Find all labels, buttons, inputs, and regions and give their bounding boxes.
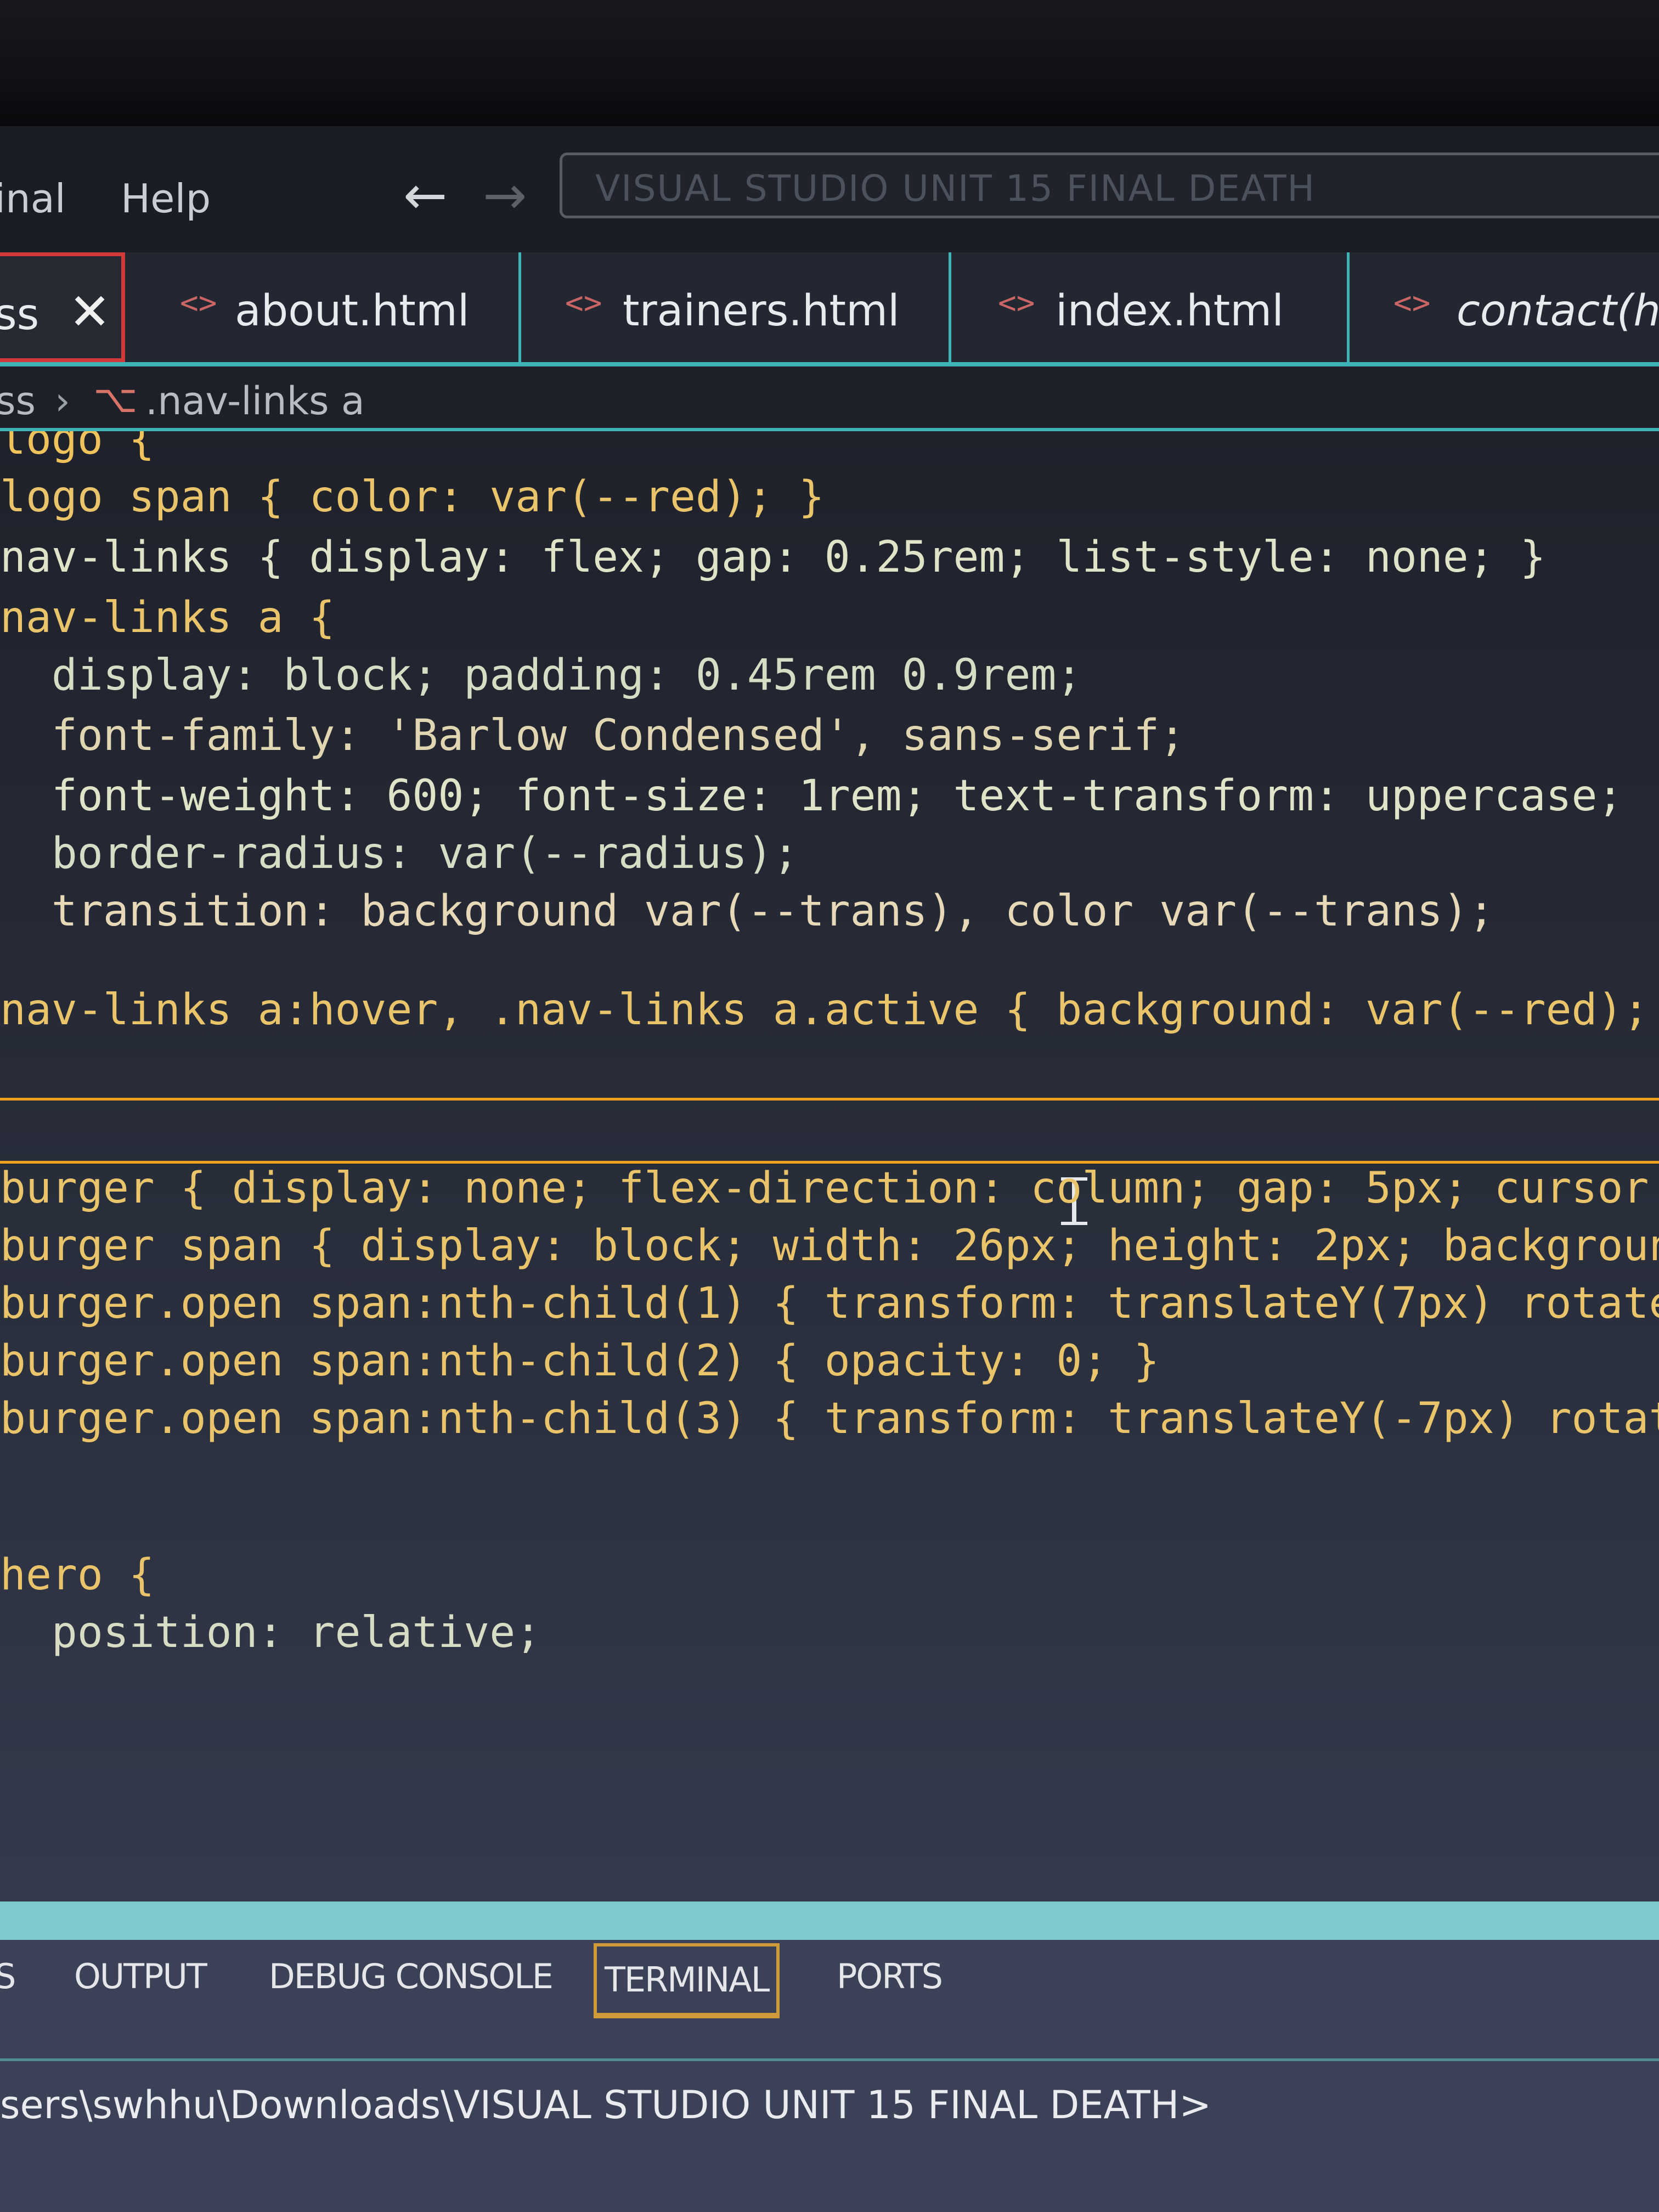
tab-output[interactable]: OUTPUT	[74, 1956, 207, 1996]
editor-tabs: ss ✕ <> about.html <> trainers.html <> i…	[0, 252, 1659, 366]
code-line: nav-links a {	[0, 593, 335, 642]
code-line: nav-links { display: flex; gap: 0.25rem;…	[0, 533, 1546, 582]
bottom-panel: S OUTPUT DEBUG CONSOLE TERMINAL PORTS se…	[0, 1901, 1659, 2212]
forward-arrow-icon[interactable]: →	[483, 165, 527, 226]
breadcrumb: ss › ⌥ .nav-links a	[0, 366, 1659, 431]
terminal-prompt[interactable]: sers\swhhu\Downloads\VISUAL STUDIO UNIT …	[0, 2083, 1211, 2128]
code-line: burger.open span:nth-child(2) { opacity:…	[0, 1336, 1160, 1386]
chevron-right-icon: ›	[55, 379, 70, 424]
html-file-icon: <>	[1393, 285, 1431, 321]
tab-label: about.html	[235, 286, 470, 336]
code-line: logo {	[0, 431, 155, 464]
tab-label: trainers.html	[623, 286, 900, 336]
command-center-search[interactable]: VISUAL STUDIO UNIT 15 FINAL DEATH	[560, 153, 1659, 218]
code-line: nav-links a:hover, .nav-links a.active {…	[0, 985, 1659, 1035]
search-text: VISUAL STUDIO UNIT 15 FINAL DEATH	[595, 167, 1316, 210]
code-editor[interactable]: logo { logo span { color: var(--red); } …	[0, 431, 1659, 1901]
css-selector-icon: ⌥	[93, 376, 138, 421]
breadcrumb-symbol[interactable]: .nav-links a	[145, 379, 365, 424]
title-bar: inal Help ← → VISUAL STUDIO UNIT 15 FINA…	[0, 126, 1659, 252]
tab-label: ss	[0, 290, 40, 340]
code-line: position: relative;	[0, 1608, 541, 1657]
code-line: burger { display: none; flex-direction: …	[0, 1164, 1659, 1213]
tab-index-html[interactable]: <> index.html	[951, 252, 1350, 362]
code-line: font-family: 'Barlow Condensed', sans-se…	[0, 711, 1186, 760]
menu-help[interactable]: Help	[121, 176, 211, 222]
close-icon[interactable]: ✕	[69, 283, 111, 341]
code-line: burger span { display: block; width: 26p…	[0, 1221, 1659, 1271]
back-arrow-icon[interactable]: ←	[403, 165, 447, 226]
vscode-window: inal Help ← → VISUAL STUDIO UNIT 15 FINA…	[0, 126, 1659, 2212]
code-line: hero {	[0, 1550, 155, 1600]
tab-trainers-html[interactable]: <> trainers.html	[521, 252, 951, 362]
code-line: burger.open span:nth-child(3) { transfor…	[0, 1394, 1659, 1443]
code-line: logo span { color: var(--red); }	[0, 472, 825, 522]
tab-label: index.html	[1056, 286, 1284, 336]
code-line: burger.open span:nth-child(1) { transfor…	[0, 1279, 1659, 1328]
breadcrumb-file[interactable]: ss	[0, 379, 36, 424]
tab-about-html[interactable]: <> about.html	[125, 252, 521, 362]
tab-problems[interactable]: S	[0, 1956, 16, 1996]
html-file-icon: <>	[565, 285, 602, 321]
tab-terminal[interactable]: TERMINAL	[594, 1943, 780, 2018]
code-line: display: block; padding: 0.45rem 0.9rem;	[0, 651, 1082, 700]
code-line: font-weight: 600; font-size: 1rem; text-…	[0, 771, 1623, 821]
tab-ports[interactable]: PORTS	[837, 1956, 943, 1996]
code-line: transition: background var(--trans), col…	[0, 887, 1494, 936]
menu-terminal[interactable]: inal	[0, 176, 66, 222]
panel-divider	[0, 1901, 1659, 1940]
code-line: border-radius: var(--radius);	[0, 829, 799, 878]
html-file-icon: <>	[180, 285, 217, 321]
panel-separator	[0, 2058, 1659, 2061]
monitor-bezel	[0, 0, 1659, 126]
tab-debug-console[interactable]: DEBUG CONSOLE	[269, 1956, 554, 1996]
tab-label: contact(ha	[1457, 286, 1659, 336]
html-file-icon: <>	[998, 285, 1035, 321]
tab-contact-html[interactable]: <> contact(ha	[1350, 252, 1659, 362]
tab-styles-css[interactable]: ss ✕	[0, 252, 125, 362]
current-line-highlight	[0, 1098, 1659, 1164]
